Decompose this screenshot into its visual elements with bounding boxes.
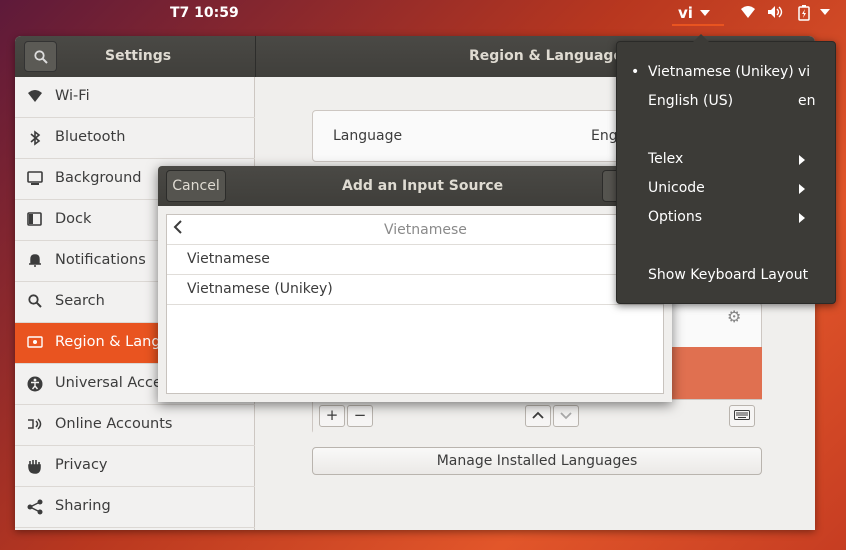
- list-item-label: Vietnamese: [187, 251, 270, 267]
- flag-icon: [27, 335, 43, 351]
- menu-item-show-keyboard-layout[interactable]: Show Keyboard Layout: [617, 263, 837, 289]
- keyboard-icon: [734, 410, 750, 420]
- bell-icon: [27, 253, 43, 269]
- dialog-header: Cancel Add an Input Source: [158, 166, 672, 206]
- menu-arrow: [693, 34, 709, 42]
- wifi-icon[interactable]: [740, 5, 756, 23]
- manage-installed-languages-button[interactable]: Manage Installed Languages: [312, 447, 762, 475]
- system-menu-icon[interactable]: [820, 9, 830, 15]
- sidebar-item-label: Dock: [55, 211, 92, 227]
- top-bar: T7 10:59 vi: [0, 0, 846, 27]
- chevron-left-icon[interactable]: [173, 220, 183, 238]
- add-input-source-dialog: Cancel Add an Input Source Vietnamese Vi…: [158, 166, 672, 402]
- chevron-down-icon: [560, 412, 572, 420]
- hand-icon: [27, 458, 43, 474]
- volume-icon[interactable]: [767, 5, 783, 23]
- menu-item-code: vi: [798, 64, 811, 80]
- search-icon: [27, 294, 43, 310]
- menu-item-options[interactable]: Options: [617, 205, 837, 231]
- move-down-button[interactable]: [553, 405, 579, 427]
- sidebar-item-label: Sharing: [55, 498, 111, 514]
- remove-input-source-button[interactable]: −: [347, 405, 373, 427]
- sidebar-item-wifi[interactable]: Wi-Fi: [15, 77, 255, 118]
- chevron-up-icon: [532, 411, 544, 419]
- add-input-source-button[interactable]: +: [319, 405, 345, 427]
- header-divider: [255, 36, 256, 77]
- chevron-right-icon: [799, 213, 805, 223]
- sidebar-item-label: Online Accounts: [55, 416, 173, 432]
- clock[interactable]: T7 10:59: [170, 5, 239, 21]
- chevron-right-icon: [799, 155, 805, 165]
- menu-item-label: English (US): [648, 93, 734, 109]
- chevron-down-icon: [700, 10, 710, 16]
- background-icon: [27, 171, 43, 187]
- dock-icon: [27, 212, 43, 228]
- sidebar-item-label: Background: [55, 170, 142, 186]
- input-method-menu: • Vietnamese (Unikey) vi English (US) en…: [616, 34, 837, 304]
- sidebar-title: Settings: [105, 48, 172, 64]
- menu-item-label: Options: [648, 209, 703, 225]
- sidebar-item-privacy[interactable]: Privacy: [15, 446, 255, 487]
- move-up-button[interactable]: [525, 405, 551, 427]
- language-label: Language: [333, 128, 403, 144]
- menu-item-label: Telex: [648, 151, 684, 167]
- sidebar-item-label: Bluetooth: [55, 129, 126, 145]
- sidebar-item-label: Wi-Fi: [55, 88, 90, 104]
- bluetooth-icon: [27, 130, 43, 146]
- list-item[interactable]: Vietnamese (Unikey): [167, 275, 663, 305]
- search-button[interactable]: [24, 41, 57, 72]
- selected-dot-icon: •: [631, 64, 640, 80]
- menu-item-vietnamese-unikey[interactable]: • Vietnamese (Unikey) vi: [617, 60, 837, 86]
- sidebar-item-bluetooth[interactable]: Bluetooth: [15, 118, 255, 159]
- sidebar-item-online-accounts[interactable]: Online Accounts: [15, 405, 255, 446]
- wifi-icon: [27, 89, 43, 105]
- menu-item-english-us[interactable]: English (US) en: [617, 89, 837, 115]
- language-value: Eng: [591, 128, 618, 144]
- search-icon: [34, 50, 48, 64]
- page-title: Region & Language: [469, 48, 623, 64]
- menu-item-label: Vietnamese (Unikey): [648, 64, 794, 80]
- menu-item-code: en: [798, 93, 816, 109]
- input-source-list: Vietnamese Vietnamese Vietnamese (Unikey…: [166, 214, 664, 394]
- keyboard-layout-button[interactable]: [729, 405, 755, 427]
- sidebar-item-label: Privacy: [55, 457, 108, 473]
- input-method-label: vi: [678, 4, 693, 22]
- dialog-title: Add an Input Source: [342, 178, 504, 194]
- language-header: Vietnamese: [384, 222, 467, 238]
- sidebar-item-label: Search: [55, 293, 105, 309]
- input-method-indicator[interactable]: vi: [670, 0, 726, 27]
- online-accounts-icon: [27, 417, 43, 433]
- accessibility-icon: [27, 376, 43, 392]
- menu-item-unicode[interactable]: Unicode: [617, 176, 837, 202]
- chevron-right-icon: [799, 184, 805, 194]
- battery-icon[interactable]: [798, 5, 810, 25]
- gear-icon[interactable]: ⚙: [727, 307, 741, 326]
- list-item[interactable]: Vietnamese: [167, 245, 663, 275]
- language-header-row[interactable]: Vietnamese: [167, 215, 663, 245]
- active-underline: [672, 24, 724, 26]
- input-sources-toolbar: + −: [313, 399, 762, 434]
- list-item-label: Vietnamese (Unikey): [187, 281, 333, 297]
- share-icon: [27, 499, 43, 515]
- sidebar-item-sharing[interactable]: Sharing: [15, 487, 255, 528]
- sidebar-item-label: Notifications: [55, 252, 146, 268]
- menu-item-label: Unicode: [648, 180, 705, 196]
- cancel-button[interactable]: Cancel: [166, 170, 226, 202]
- menu-item-telex[interactable]: Telex: [617, 147, 837, 173]
- menu-item-label: Show Keyboard Layout: [648, 267, 809, 283]
